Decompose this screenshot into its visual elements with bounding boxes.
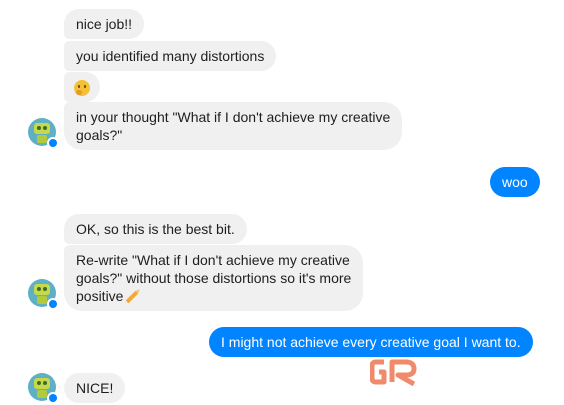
message-bubble: Re-write "What if I don't achieve my cre…: [64, 245, 364, 311]
message-bubble: I might not achieve every creative goal …: [209, 327, 533, 357]
bot-avatar[interactable]: [28, 118, 59, 149]
message-text: OK, so this is the best bit.: [76, 221, 235, 237]
messenger-badge-icon: [47, 137, 59, 149]
message-text-line: in your thought "What if I don't achieve…: [76, 109, 391, 125]
message-bubble: nice job!!: [64, 9, 145, 39]
pencil-emoji: [126, 290, 139, 304]
message-text-line: positive: [76, 288, 124, 304]
message-text-line: goals?": [76, 127, 123, 143]
message-text: NICE!: [76, 380, 114, 396]
message-text: you identified many distortions: [76, 48, 265, 64]
message-bubble: you identified many distortions: [64, 41, 277, 71]
message-text: I might not achieve every creative goal …: [221, 334, 521, 350]
message-text: woo: [502, 174, 528, 190]
message-text-line: Re-write "What if I don't achieve my cre…: [76, 252, 350, 268]
messenger-badge-icon: [47, 392, 59, 404]
message-text: nice job!!: [76, 16, 133, 32]
bot-avatar[interactable]: [28, 373, 59, 404]
message-text-line: goals?" without those distortions so it'…: [76, 270, 352, 286]
message-bubble: [64, 72, 100, 103]
message-bubble: NICE!: [64, 373, 126, 403]
message-bubble: in your thought "What if I don't achieve…: [64, 102, 403, 150]
bot-avatar[interactable]: [28, 279, 59, 310]
message-bubble: woo: [490, 167, 540, 197]
message-bubble: OK, so this is the best bit.: [64, 214, 247, 244]
thinking-face-emoji: [74, 80, 90, 97]
messenger-badge-icon: [47, 298, 59, 310]
watermark-logo: [370, 359, 417, 386]
